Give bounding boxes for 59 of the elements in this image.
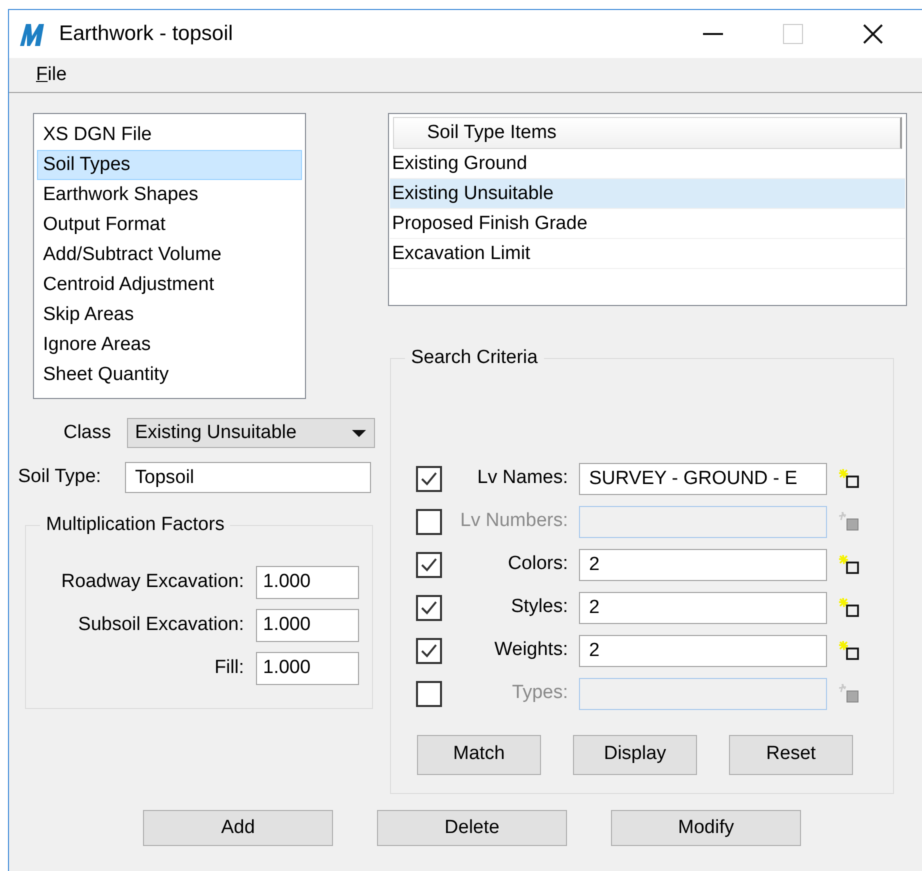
category-item[interactable]: XS DGN File [37, 120, 302, 150]
check-icon [420, 470, 438, 487]
dropdown-caret-icon [352, 430, 366, 436]
field-label: Weights: [493, 638, 568, 662]
category-item[interactable]: Skip Areas [37, 300, 302, 330]
checkbox[interactable] [416, 638, 442, 664]
action-button[interactable]: Add [143, 810, 333, 846]
field-label: Class [62, 420, 112, 445]
action-button[interactable]: Display [573, 734, 697, 774]
factor-field[interactable]: 1.000 [256, 566, 359, 598]
category-item[interactable]: Ignore Areas [37, 330, 302, 360]
criteria-field[interactable]: 2 [579, 548, 827, 580]
field-label: Soil Type: [18, 465, 102, 490]
group-title: Multiplication Factors [45, 513, 226, 537]
field-label: Lv Names: [476, 466, 568, 490]
checkbox[interactable] [416, 552, 442, 578]
criteria-field[interactable]: 2 [579, 592, 827, 624]
check-icon [420, 642, 438, 659]
category-item[interactable]: Centroid Adjustment [37, 270, 302, 300]
check-icon [420, 556, 438, 573]
field-label: Styles: [510, 595, 568, 620]
action-button[interactable]: Modify [611, 810, 801, 846]
factor-field[interactable]: 1.000 [256, 652, 359, 684]
class-dropdown[interactable]: Existing Unsuitable [127, 418, 375, 448]
field-label: Roadway Excavation: [60, 570, 244, 594]
window-title: Earthwork - topsoil [59, 21, 233, 48]
sparkle-square-icon[interactable] [839, 598, 859, 618]
field-label: Subsoil Excavation: [77, 612, 244, 637]
menu-item[interactable]: File [34, 60, 69, 90]
maximize-icon [783, 24, 803, 44]
category-item[interactable]: Output Format [37, 210, 302, 240]
sparkle-square-icon[interactable] [839, 640, 859, 660]
soil-type-field[interactable]: Topsoil [125, 462, 371, 493]
minimize-icon [703, 33, 723, 35]
category-item[interactable]: Soil Types [37, 150, 302, 180]
field-label: Types: [511, 681, 568, 706]
close-icon [863, 24, 883, 44]
column-header[interactable]: Soil Type Items [393, 117, 902, 149]
group-title: Search Criteria [410, 346, 539, 370]
category-item[interactable]: Add/Subtract Volume [37, 240, 302, 270]
field-label: Fill: [213, 656, 244, 680]
factor-field[interactable]: 1.000 [256, 608, 359, 642]
action-button[interactable]: Match [417, 734, 541, 774]
check-icon [420, 599, 438, 616]
checkbox[interactable] [416, 594, 442, 620]
checkbox[interactable] [416, 466, 442, 492]
category-item[interactable]: Earthwork Shapes [37, 180, 302, 210]
criteria-field[interactable]: 2 [579, 634, 827, 666]
list-row[interactable]: Excavation Limit [390, 239, 905, 269]
list-row[interactable]: Proposed Finish Grade [390, 209, 905, 239]
action-button[interactable]: Reset [729, 734, 853, 774]
list-row[interactable]: Existing Unsuitable [390, 179, 905, 209]
criteria-field[interactable]: SURVEY - GROUND - E [579, 462, 827, 494]
field-label: Lv Numbers: [459, 509, 568, 534]
action-button[interactable]: Delete [377, 810, 567, 846]
category-item[interactable]: Sheet Quantity [37, 360, 302, 390]
field-label: Colors: [506, 552, 568, 576]
sparkle-square-icon[interactable] [839, 554, 859, 574]
sparkle-square-icon[interactable] [839, 468, 859, 488]
